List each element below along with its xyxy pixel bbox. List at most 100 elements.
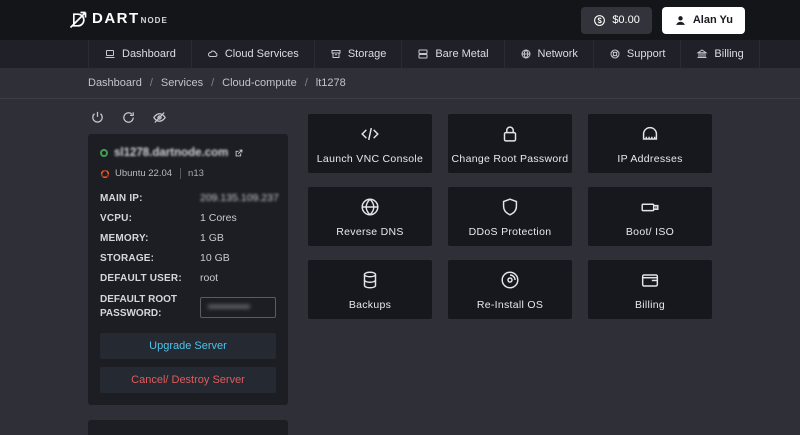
server-tools bbox=[88, 107, 288, 134]
database-icon bbox=[363, 270, 377, 289]
ubuntu-icon bbox=[100, 168, 110, 179]
tile-label: IP Addresses bbox=[617, 152, 683, 165]
detail-row-memory: MEMORY: 1 GB bbox=[100, 228, 276, 248]
balance-amount: $0.00 bbox=[612, 14, 640, 26]
user-menu-button[interactable]: Alan Yu bbox=[661, 6, 745, 34]
top-bar: DART NODE $0.00 Alan Yu bbox=[0, 0, 800, 40]
memory-value: 1 GB bbox=[200, 232, 224, 244]
billing-button[interactable]: Billing bbox=[588, 260, 712, 319]
server-hostname-link[interactable]: sl1278.dartnode.com bbox=[114, 147, 228, 159]
usage-monitor-header bbox=[88, 420, 288, 435]
change-root-password-button[interactable]: Change Root Password bbox=[448, 114, 572, 173]
breadcrumb-server-id[interactable]: lt1278 bbox=[316, 77, 346, 89]
boot-iso-button[interactable]: Boot/ ISO bbox=[588, 187, 712, 246]
tile-label: Billing bbox=[634, 298, 666, 311]
root-password-field[interactable]: •••••••••••• bbox=[200, 296, 276, 318]
usage-monitor-card: RAM 55% bbox=[88, 420, 288, 435]
brand-name: DART bbox=[92, 10, 140, 27]
tile-label: Reverse DNS bbox=[336, 225, 404, 238]
main-content: sl1278.dartnode.com Ubuntu 22.04 n13 MAI… bbox=[0, 99, 800, 435]
upgrade-server-button[interactable]: Upgrade Server bbox=[100, 333, 276, 359]
nav-item-bare-metal[interactable]: Bare Metal bbox=[402, 40, 505, 68]
server-icon bbox=[418, 49, 428, 59]
breadcrumb-cloud-compute[interactable]: Cloud-compute bbox=[222, 77, 297, 89]
nav-label: Storage bbox=[347, 48, 387, 60]
node-tag: n13 bbox=[180, 168, 204, 179]
detail-row-default-user: DEFAULT USER: root bbox=[100, 268, 276, 288]
detail-row-storage: STORAGE: 10 GB bbox=[100, 248, 276, 268]
detail-label: DEFAULT USER: bbox=[100, 272, 182, 284]
tile-label: Launch VNC Console bbox=[316, 152, 424, 165]
detail-label: STORAGE: bbox=[100, 252, 155, 264]
main-ip-value: 209.135.109.237 bbox=[200, 192, 279, 204]
network-icon bbox=[521, 49, 531, 59]
tile-label: DDoS Protection bbox=[468, 225, 552, 238]
nav-item-support[interactable]: Support bbox=[594, 40, 682, 68]
dartnode-logo[interactable]: DART NODE bbox=[68, 10, 168, 30]
tile-label: Re-Install OS bbox=[476, 298, 544, 311]
os-name: Ubuntu 22.04 bbox=[115, 168, 173, 179]
nav-label: Support bbox=[626, 48, 666, 60]
breadcrumb-separator: / bbox=[211, 77, 215, 89]
hide-details-button[interactable] bbox=[152, 110, 167, 125]
backups-button[interactable]: Backups bbox=[308, 260, 432, 319]
tile-label: Change Root Password bbox=[451, 152, 569, 165]
cancel-destroy-server-button[interactable]: Cancel/ Destroy Server bbox=[100, 367, 276, 393]
power-button[interactable] bbox=[90, 110, 105, 125]
nav-item-network[interactable]: Network bbox=[505, 40, 594, 68]
root-password-label: DEFAULT ROOT PASSWORD: bbox=[100, 294, 178, 319]
support-icon bbox=[610, 49, 620, 59]
launch-vnc-console-button[interactable]: Launch VNC Console bbox=[308, 114, 432, 173]
ip-addresses-button[interactable]: IP Addresses bbox=[588, 114, 712, 173]
tile-label: Boot/ ISO bbox=[625, 225, 675, 238]
breadcrumb-separator: / bbox=[304, 77, 308, 89]
topbar-actions: $0.00 Alan Yu bbox=[581, 6, 745, 34]
billing-icon bbox=[696, 49, 709, 58]
nav-item-billing[interactable]: Billing bbox=[681, 40, 760, 68]
server-status-indicator bbox=[100, 149, 108, 157]
detail-label: VCPU: bbox=[100, 212, 133, 224]
wallet-icon bbox=[641, 273, 659, 287]
nav-item-dashboard[interactable]: Dashboard bbox=[88, 40, 192, 68]
balance-button[interactable]: $0.00 bbox=[581, 6, 652, 34]
external-link-icon[interactable] bbox=[234, 148, 244, 158]
code-icon bbox=[361, 127, 379, 140]
server-actions-grid: Launch VNC Console Change Root Password … bbox=[308, 114, 712, 435]
reboot-button[interactable] bbox=[121, 110, 136, 125]
os-row: Ubuntu 22.04 n13 bbox=[100, 168, 276, 188]
reinstall-os-button[interactable]: Re-Install OS bbox=[448, 260, 572, 319]
default-user-value: root bbox=[200, 272, 219, 284]
ethernet-icon bbox=[642, 126, 658, 140]
nav-item-storage[interactable]: Storage bbox=[315, 40, 403, 68]
dashboard-icon bbox=[105, 50, 115, 58]
server-sidebar: sl1278.dartnode.com Ubuntu 22.04 n13 MAI… bbox=[88, 107, 288, 435]
hostname-row: sl1278.dartnode.com bbox=[100, 144, 276, 168]
disc-icon bbox=[501, 270, 519, 289]
dart-arrow-icon bbox=[68, 10, 88, 30]
ddos-protection-button[interactable]: DDoS Protection bbox=[448, 187, 572, 246]
detail-label: MEMORY: bbox=[100, 232, 149, 244]
root-password-value: •••••••••••• bbox=[208, 301, 251, 313]
detail-label: MAIN IP: bbox=[100, 192, 143, 204]
shield-icon bbox=[502, 197, 518, 216]
storage-value: 10 GB bbox=[200, 252, 230, 264]
coin-icon bbox=[593, 14, 606, 27]
user-name: Alan Yu bbox=[692, 14, 733, 26]
breadcrumb-dashboard[interactable]: Dashboard bbox=[88, 77, 142, 89]
usb-icon bbox=[641, 203, 659, 211]
globe-icon bbox=[361, 197, 379, 216]
user-avatar-icon bbox=[674, 14, 687, 27]
reverse-dns-button[interactable]: Reverse DNS bbox=[308, 187, 432, 246]
breadcrumb-separator: / bbox=[149, 77, 153, 89]
nav-label: Billing bbox=[714, 48, 744, 60]
lock-icon bbox=[503, 125, 517, 142]
breadcrumb: Dashboard / Services / Cloud-compute / l… bbox=[0, 68, 800, 99]
root-password-row: DEFAULT ROOT PASSWORD: •••••••••••• bbox=[100, 288, 276, 324]
cloud-icon bbox=[207, 50, 218, 57]
breadcrumb-services[interactable]: Services bbox=[161, 77, 203, 89]
nav-label: Cloud Services bbox=[224, 48, 299, 60]
nav-item-cloud-services[interactable]: Cloud Services bbox=[192, 40, 315, 68]
tile-label: Backups bbox=[348, 298, 392, 311]
storage-icon bbox=[331, 50, 341, 58]
nav-label: Bare Metal bbox=[435, 48, 489, 60]
